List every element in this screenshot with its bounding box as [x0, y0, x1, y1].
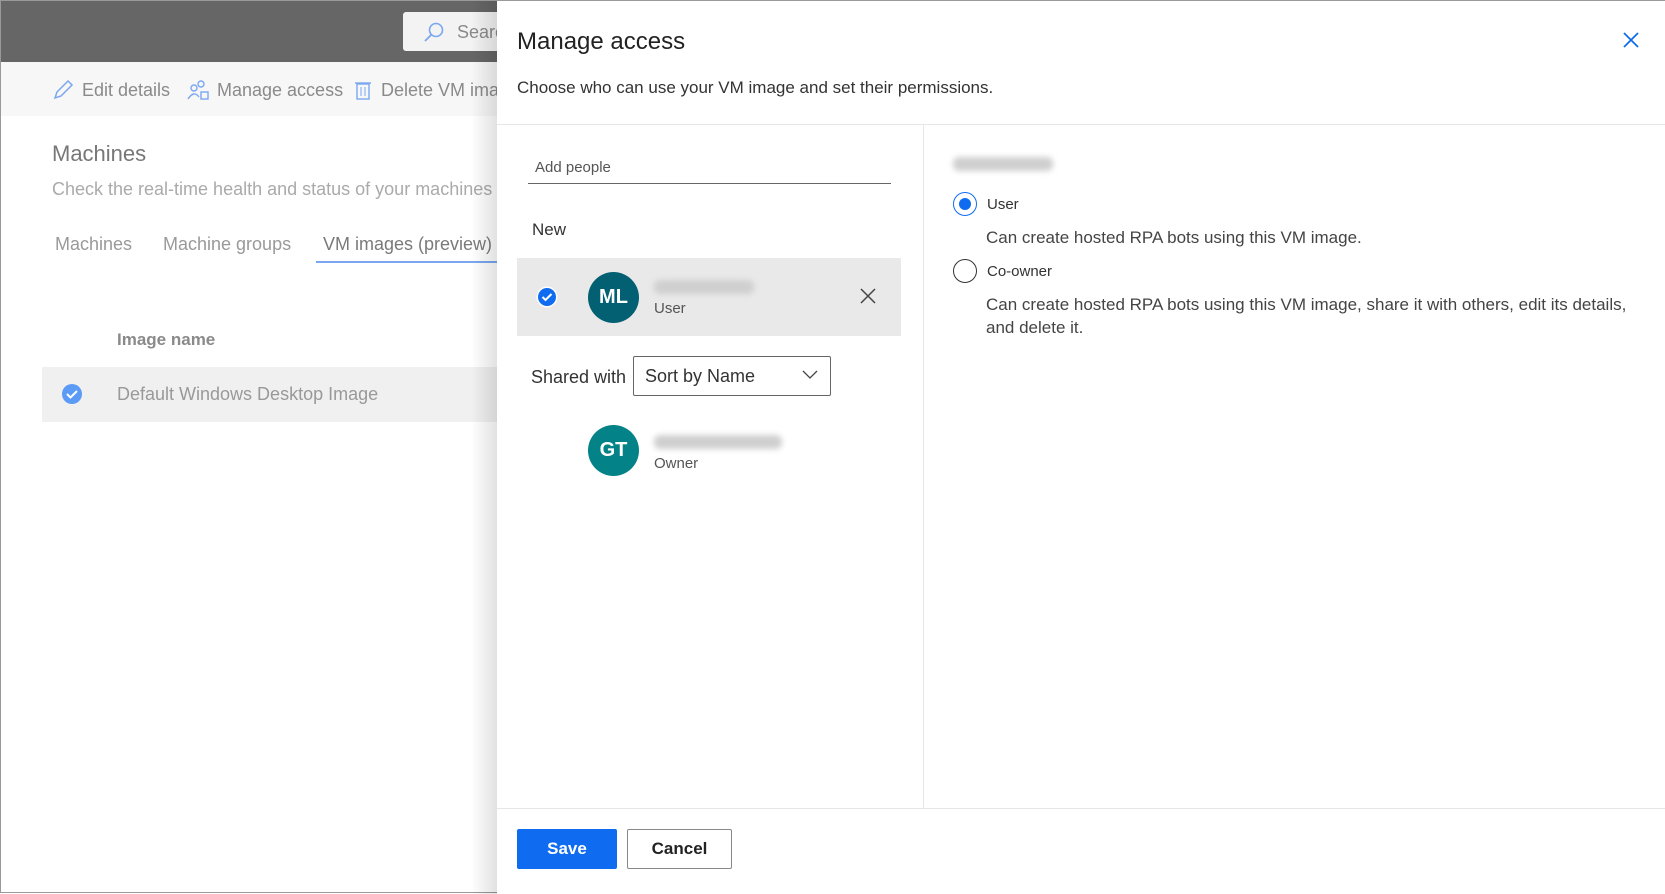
panel-shadow [471, 1, 498, 894]
radio-user[interactable]: User [953, 192, 1019, 216]
new-section-label: New [532, 220, 567, 239]
radio-label: User [987, 195, 1019, 213]
avatar: GT [588, 425, 639, 476]
avatar: ML [588, 272, 639, 323]
column-divider [923, 125, 924, 808]
add-people-input[interactable] [528, 151, 891, 184]
shared-person-item[interactable]: GT Owner [568, 425, 888, 481]
person-role: User [654, 300, 686, 317]
radio-button[interactable] [953, 259, 977, 283]
sort-dropdown[interactable]: Sort by Name [633, 356, 831, 396]
shared-with-label: Shared with [531, 367, 627, 387]
checkmark-circle-icon [62, 384, 82, 404]
manage-access-panel: Manage access Choose who can use your VM… [497, 1, 1665, 894]
user-description: Can create hosted RPA bots using this VM… [986, 228, 1362, 247]
page-title: Machines [52, 141, 147, 166]
person-role: Owner [654, 455, 699, 472]
manage-access-label: Manage access [217, 79, 344, 100]
tab-machine-groups[interactable]: Machine groups [163, 234, 291, 255]
sort-value: Sort by Name [645, 366, 756, 386]
header-divider [497, 124, 1665, 125]
image-name-cell: Default Windows Desktop Image [117, 384, 379, 404]
person-name-redacted [654, 435, 782, 449]
checkmark-circle-icon[interactable] [536, 286, 558, 308]
remove-icon[interactable] [859, 287, 877, 305]
close-icon[interactable] [1621, 30, 1641, 55]
tab-machines[interactable]: Machines [55, 234, 132, 255]
search-icon [423, 21, 445, 48]
cancel-button[interactable]: Cancel [627, 829, 732, 869]
chevron-down-icon [802, 370, 818, 379]
edit-details-button[interactable]: Edit details [52, 79, 170, 101]
table-row[interactable]: Default Windows Desktop Image [42, 367, 502, 422]
radio-label: Co-owner [987, 262, 1053, 280]
panel-title: Manage access [517, 28, 686, 55]
footer-divider [497, 808, 1665, 809]
selected-person-name-redacted [953, 157, 1053, 171]
pencil-icon [53, 79, 74, 100]
trash-icon [355, 82, 371, 100]
edit-details-label: Edit details [82, 79, 171, 100]
save-button[interactable]: Save [517, 829, 617, 869]
radio-co-owner[interactable]: Co-owner [953, 259, 1052, 283]
radio-button[interactable] [953, 192, 977, 216]
new-person-item[interactable]: ML User [517, 258, 901, 336]
person-name-redacted [654, 280, 754, 294]
panel-subtitle: Choose who can use your VM image and set… [517, 78, 994, 97]
people-lock-icon [187, 80, 209, 100]
co-owner-description: Can create hosted RPA bots using this VM… [986, 295, 1627, 337]
column-header-image-name[interactable]: Image name [117, 330, 215, 350]
manage-access-button[interactable]: Manage access [187, 79, 343, 101]
